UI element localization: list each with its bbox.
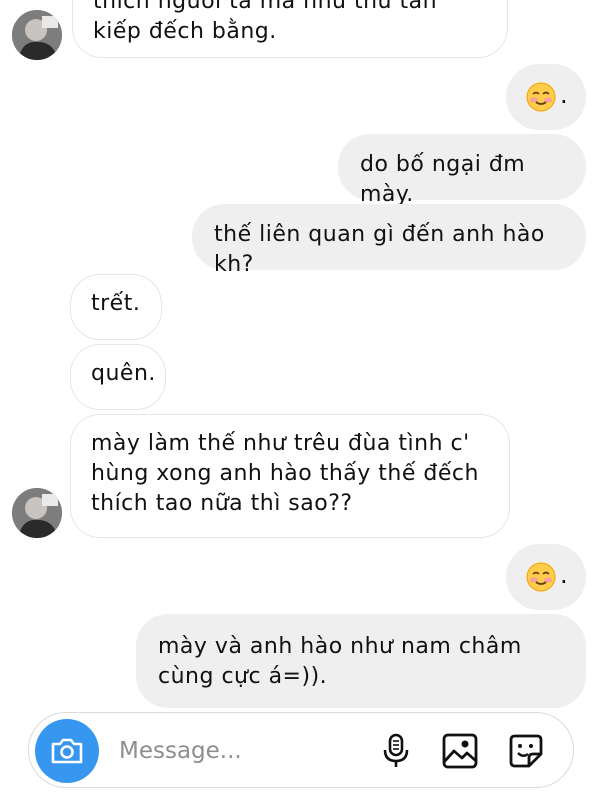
outgoing-message[interactable]: do bố ngại đm mày. — [338, 134, 586, 207]
incoming-message[interactable]: trết. — [70, 274, 162, 340]
outgoing-message[interactable]: thế liên quan gì đến anh hào kh? — [192, 204, 586, 277]
message-input[interactable] — [119, 731, 369, 771]
incoming-message[interactable]: mày làm thế như trêu đùa tình c' hùng xo… — [70, 414, 510, 538]
avatar[interactable] — [12, 488, 62, 538]
message-composer — [28, 712, 574, 788]
message-text: thích người ta mà như thứ tàn kiếp đếch … — [93, 0, 438, 44]
message-text: do bố ngại đm mày. — [360, 152, 526, 207]
message-text: trết. — [91, 291, 141, 316]
outgoing-emoji-message[interactable]: . — [506, 544, 586, 610]
outgoing-emoji-message[interactable]: . — [506, 64, 586, 130]
message-text: mày làm thế như trêu đùa tình c' hùng xo… — [91, 431, 479, 516]
message-text: thế liên quan gì đến anh hào kh? — [214, 222, 545, 277]
incoming-message[interactable]: quên. — [70, 344, 166, 410]
blush-emoji-icon — [526, 82, 556, 112]
message-thread: thích người ta mà như thứ tàn kiếp đếch … — [0, 0, 600, 712]
camera-button[interactable] — [35, 719, 99, 783]
sticker-icon[interactable] — [507, 732, 545, 770]
gallery-icon[interactable] — [441, 732, 479, 770]
message-text: . — [560, 561, 568, 589]
camera-icon — [51, 738, 83, 764]
message-text: mày và anh hào như nam châm cùng cực á=)… — [158, 634, 522, 689]
message-text: . — [560, 81, 568, 109]
outgoing-message[interactable]: mày và anh hào như nam châm cùng cực á=)… — [136, 614, 586, 708]
avatar[interactable] — [12, 10, 62, 60]
incoming-message[interactable]: thích người ta mà như thứ tàn kiếp đếch … — [72, 0, 508, 58]
blush-emoji-icon — [526, 562, 556, 592]
message-text: quên. — [91, 361, 156, 386]
microphone-icon[interactable] — [377, 732, 415, 770]
